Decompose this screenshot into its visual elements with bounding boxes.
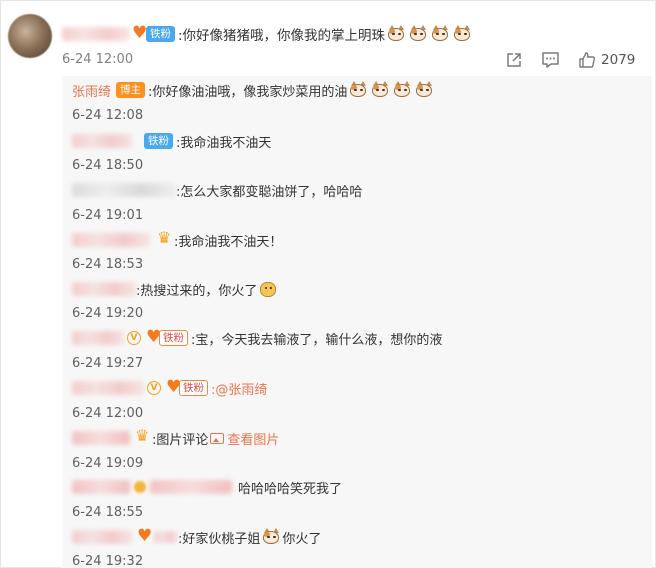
fan-badge: 铁粉: [144, 133, 173, 149]
reply-date: 6-24 19:27: [72, 356, 144, 371]
username-blurred[interactable]: [72, 381, 144, 395]
cat-emoji: [261, 528, 281, 546]
heart-fan-icon: [131, 23, 149, 43]
list-item: :我命油我不油天！: [72, 228, 283, 250]
reply-text: :宝，今天我去输液了，输什么液，想你的液: [191, 332, 443, 348]
avatar[interactable]: [8, 14, 52, 58]
like-icon: [579, 52, 595, 68]
cat-emoji: [392, 81, 412, 99]
reply-text-tail: 你火了: [282, 531, 322, 547]
reply-text: :你好像油油哦，像我家炒菜用的油: [148, 84, 348, 100]
reply-text: :好家伙桃子姐: [178, 531, 261, 547]
cat-emoji: [386, 25, 406, 43]
reply-text: :图片评论: [152, 432, 209, 448]
cat-emoji: [348, 81, 368, 99]
list-item: 铁粉 :我命油我不油天: [72, 131, 271, 151]
blurred-badge-icon: [134, 481, 146, 493]
reply-author[interactable]: 张雨绮: [72, 81, 111, 100]
main-comment-date: 6-24 12:00: [62, 52, 134, 67]
verified-icon: V: [127, 331, 141, 345]
username-blurred[interactable]: [72, 431, 130, 445]
list-item: :怎么大家都变聪油饼了，哈哈哈: [72, 180, 362, 200]
list-item: :图片评论 查看图片: [72, 426, 279, 448]
reply-date: 6-24 18:55: [72, 505, 144, 520]
reply-text: 哈哈哈哈笑死我了: [238, 481, 343, 497]
share-icon: [507, 53, 521, 67]
reply-text: :我命油我不油天: [176, 135, 272, 151]
reply-text: :我命油我不油天！: [174, 234, 283, 250]
fan-badge: 铁粉: [179, 380, 208, 396]
username-blurred: [150, 480, 232, 494]
doge-emoji: [258, 280, 278, 298]
reply-date: 6-24 19:09: [72, 456, 144, 471]
view-image-link[interactable]: 查看图片: [208, 429, 279, 448]
cat-emoji: [414, 81, 434, 99]
username-blurred[interactable]: [72, 183, 176, 197]
cat-emoji: [370, 81, 390, 99]
username-blurred[interactable]: [72, 530, 132, 544]
comment-icon: [542, 52, 559, 68]
cat-emoji: [430, 25, 450, 43]
list-item: 哈哈哈哈笑死我了: [72, 477, 342, 497]
username-blurred[interactable]: [72, 480, 130, 494]
reply-date: 6-24 18:50: [72, 158, 144, 173]
list-item: V 铁粉 :宝，今天我去输液了，输什么液，想你的液: [72, 327, 443, 348]
reply-date: 6-24 12:00: [72, 406, 144, 421]
cat-emoji: [452, 25, 472, 43]
list-item: 张雨绮 博主 :你好像油油哦，像我家炒菜用的油: [72, 80, 435, 100]
crown-icon: [134, 426, 152, 446]
list-item: V 铁粉 :@张雨绮: [72, 377, 267, 398]
mention-link[interactable]: :@张雨绮: [211, 379, 267, 398]
blurred-badge: [154, 531, 178, 543]
reply-date: 6-24 18:53: [72, 257, 144, 272]
username-blurred[interactable]: [72, 134, 132, 148]
reply-list: 张雨绮 博主 :你好像油油哦，像我家炒菜用的油 6-24 12:08 铁粉 :我…: [62, 76, 652, 568]
heart-fan-icon: [165, 377, 183, 397]
reply-text: :怎么大家都变聪油饼了，哈哈哈: [176, 184, 363, 200]
view-image-label: 查看图片: [227, 432, 280, 448]
reply-date: 6-24 19:01: [72, 208, 144, 223]
fan-badge: 铁粉: [146, 26, 175, 42]
share-button[interactable]: [505, 50, 523, 70]
fan-badge: 铁粉: [159, 330, 188, 346]
reply-date: 6-24 12:08: [72, 108, 144, 123]
username-blurred[interactable]: [72, 282, 136, 296]
main-comment-line: 铁粉 :你好像猪猪哦，你像我的掌上明珠: [62, 23, 473, 45]
crown-icon: [156, 228, 174, 248]
like-button[interactable]: 2079: [578, 50, 635, 70]
reply-date: 6-24 19:20: [72, 306, 144, 321]
comment-button[interactable]: [541, 50, 560, 70]
username-blurred[interactable]: [72, 233, 150, 247]
reply-text: :热搜过来的，你火了: [136, 283, 258, 299]
image-icon: [210, 432, 225, 444]
owner-badge: 博主: [116, 82, 146, 98]
main-comment-text: :你好像猪猪哦，你像我的掌上明珠: [178, 28, 386, 44]
verified-icon: V: [147, 381, 161, 395]
reply-date: 6-24 19:32: [72, 554, 144, 568]
list-item: :好家伙桃子姐 你火了: [72, 526, 322, 547]
like-count: 2079: [601, 52, 636, 68]
username-blurred[interactable]: [72, 331, 124, 345]
username-blurred[interactable]: [62, 27, 130, 41]
list-item: :热搜过来的，你火了: [72, 279, 279, 299]
heart-fan-icon: [136, 526, 154, 546]
heart-fan-icon: [145, 327, 163, 347]
main-comment: 铁粉 :你好像猪猪哦，你像我的掌上明珠 6-24 12:00 2079: [0, 0, 656, 80]
cat-emoji: [408, 25, 428, 43]
